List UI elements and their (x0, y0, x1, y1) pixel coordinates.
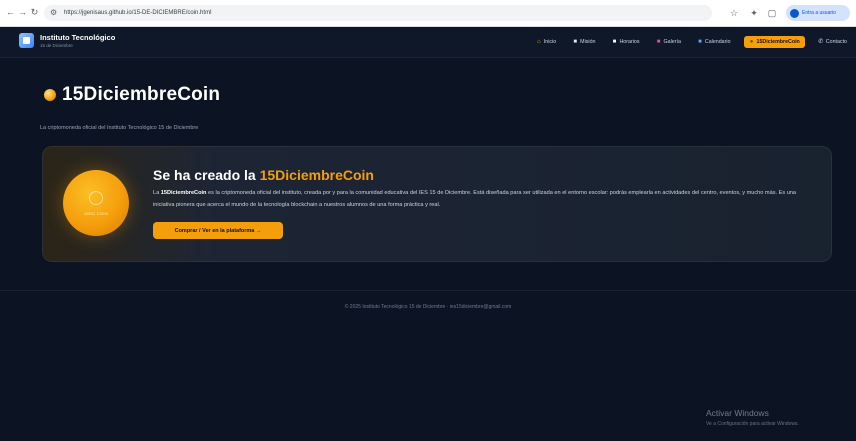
nav-item-calendario[interactable]: Calendario (694, 36, 734, 48)
card-text-bold: 15DiciembreCoin (160, 190, 207, 196)
nav-item-horarios[interactable]: Horarios (608, 36, 642, 48)
windows-activation-text: Ve a Configuración para activar Windows. (706, 421, 799, 427)
coin-illustration: 15DC COIN (63, 170, 129, 236)
card-heading-prefix: Se ha creado la (153, 167, 260, 183)
nav-label: Calendario (704, 39, 731, 45)
footer-divider (0, 290, 856, 291)
nav-item-contacto[interactable]: Contacto (815, 36, 850, 48)
coin-announcement-card: 15DC COIN Se ha creado la 15DiciembreCoi… (42, 146, 832, 262)
page-title: 15DiciembreCoin (62, 84, 221, 105)
profile-button[interactable]: Entra a usuario (786, 5, 850, 21)
url-text[interactable]: https://jgenisaus.github.io/15-DE-DICIEM… (64, 9, 211, 17)
card-text-rest: es la criptomoneda oficial del instituto… (153, 190, 797, 208)
buy-button[interactable]: Comprar / Ver en la plataforma → (153, 222, 283, 239)
nav-item-inicio[interactable]: Inicio (533, 36, 559, 48)
extensions-icon[interactable]: ✦ (748, 7, 760, 19)
windows-activation-title: Activar Windows (706, 408, 769, 418)
target-icon (572, 39, 578, 45)
avatar (790, 8, 799, 18)
calendar-icon (697, 39, 703, 45)
card-text-prefix: La (153, 190, 161, 196)
page-title-row: 15DiciembreCoin (44, 84, 220, 106)
back-icon[interactable]: ← (5, 7, 16, 18)
nav-label: Misión (580, 39, 596, 45)
book-icon (611, 39, 617, 45)
logo[interactable] (19, 33, 34, 48)
window-icon[interactable]: ▢ (766, 7, 778, 19)
main-nav: Inicio Misión Horarios Galería Calendari… (533, 36, 850, 48)
coin-icon (44, 89, 56, 101)
coin-icon (749, 39, 755, 45)
nav-label: 15DiciembreCoin (756, 39, 800, 45)
nav-item-galeria[interactable]: Galería (653, 36, 684, 48)
card-heading: Se ha creado la 15DiciembreCoin (153, 167, 374, 183)
coin-label: 15DC COIN (83, 211, 109, 216)
card-heading-accent: 15DiciembreCoin (259, 167, 374, 183)
phone-icon (818, 39, 824, 45)
nav-label: Contacto (825, 39, 847, 45)
brand-title[interactable]: Instituto Tecnológico (40, 33, 115, 42)
browser-toolbar: ← → ↻ ⚙ https://jgenisaus.github.io/15-D… (0, 0, 856, 27)
site-header: Instituto Tecnológico 15 de Diciembre In… (0, 27, 856, 58)
home-icon (536, 39, 542, 45)
address-bar[interactable]: ⚙ https://jgenisaus.github.io/15-DE-DICI… (44, 5, 712, 21)
coin-emblem-icon (89, 191, 103, 205)
forward-icon[interactable]: → (17, 7, 28, 18)
nav-label: Galería (663, 39, 681, 45)
page-subtitle: La criptomoneda oficial del Instituto Te… (40, 125, 199, 131)
nav-label: Inicio (543, 39, 557, 45)
card-description: La 15DiciembreCoin es la criptomoneda of… (153, 187, 813, 211)
nav-label: Horarios (619, 39, 640, 45)
nav-item-coin[interactable]: 15DiciembreCoin (743, 36, 805, 48)
profile-label: Entra a usuario (802, 10, 836, 16)
star-icon[interactable]: ☆ (728, 7, 740, 19)
image-icon (656, 39, 662, 45)
reload-icon[interactable]: ↻ (29, 7, 40, 18)
footer-text: © 2025 Instituto Tecnológico 15 de Dicie… (344, 304, 512, 310)
tune-icon[interactable]: ⚙ (50, 8, 57, 18)
brand-subtitle: 15 de Diciembre (40, 43, 73, 48)
nav-item-mision[interactable]: Misión (569, 36, 598, 48)
